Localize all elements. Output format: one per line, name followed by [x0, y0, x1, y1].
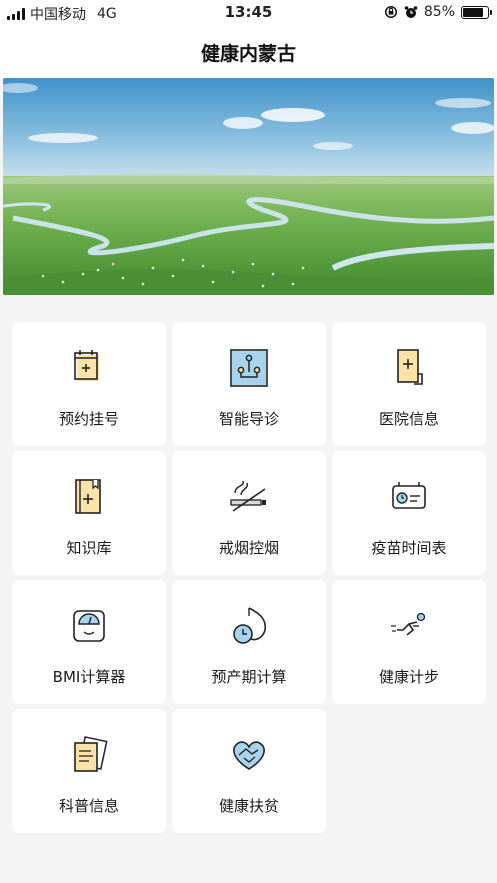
smoking-icon — [230, 480, 266, 512]
smart-guide-icon — [230, 349, 268, 387]
service-label: 健康计步 — [378, 668, 439, 686]
status-right: 85% — [384, 4, 492, 20]
service-label: 预产期计算 — [211, 668, 287, 686]
vaccine-schedule-icon — [392, 482, 426, 509]
battery-percent: 85% — [423, 4, 455, 20]
service-label: 疫苗时间表 — [371, 539, 447, 557]
book-plus-icon — [75, 479, 101, 514]
service-smart-guide[interactable]: 智能导诊 — [172, 322, 326, 446]
rotation-lock-icon — [384, 5, 397, 19]
service-label: 健康扶贫 — [218, 797, 279, 815]
hospital-info-icon — [397, 349, 423, 385]
heart-hands-icon — [233, 741, 265, 770]
service-label: 预约挂号 — [58, 410, 119, 428]
service-hospital-info[interactable]: 医院信息 — [332, 322, 486, 446]
service-appointment[interactable]: 预约挂号 — [12, 322, 166, 446]
documents-icon — [74, 736, 108, 772]
service-quit-smoking[interactable]: 戒烟控烟 — [172, 451, 326, 575]
service-due-date-calculator[interactable]: 预产期计算 — [172, 580, 326, 704]
service-step-counter[interactable]: 健康计步 — [332, 580, 486, 704]
service-health-poverty-relief[interactable]: 健康扶贫 — [172, 709, 326, 833]
nav-bar: 健康内蒙古 — [0, 26, 497, 78]
status-bar: 中国移动 4G 13:45 85% — [0, 0, 497, 26]
service-label: 医院信息 — [378, 410, 439, 428]
running-icon — [391, 612, 426, 636]
battery-fill — [463, 7, 484, 17]
service-label: 知识库 — [66, 539, 112, 557]
service-vaccine-schedule[interactable]: 疫苗时间表 — [332, 451, 486, 575]
calendar-plus-icon — [74, 350, 99, 381]
service-science-info[interactable]: 科普信息 — [12, 709, 166, 833]
banner-image[interactable] — [3, 78, 494, 295]
service-label: BMI计算器 — [52, 668, 126, 686]
service-label: 智能导诊 — [218, 410, 279, 428]
scale-icon — [73, 610, 105, 642]
page-title: 健康内蒙古 — [200, 43, 296, 65]
pregnancy-clock-icon — [233, 607, 267, 644]
banner-landscape — [3, 78, 494, 295]
battery-icon — [461, 5, 492, 19]
service-bmi-calculator[interactable]: BMI计算器 — [12, 580, 166, 704]
service-label: 科普信息 — [58, 797, 119, 815]
service-knowledge-base[interactable]: 知识库 — [12, 451, 166, 575]
service-grid: 预约挂号 智能导诊 医院信息 知识库 戒烟控烟 疫苗时间表 BMI计算器 预产期… — [12, 322, 486, 833]
alarm-icon — [404, 6, 418, 18]
service-label: 戒烟控烟 — [218, 539, 279, 557]
